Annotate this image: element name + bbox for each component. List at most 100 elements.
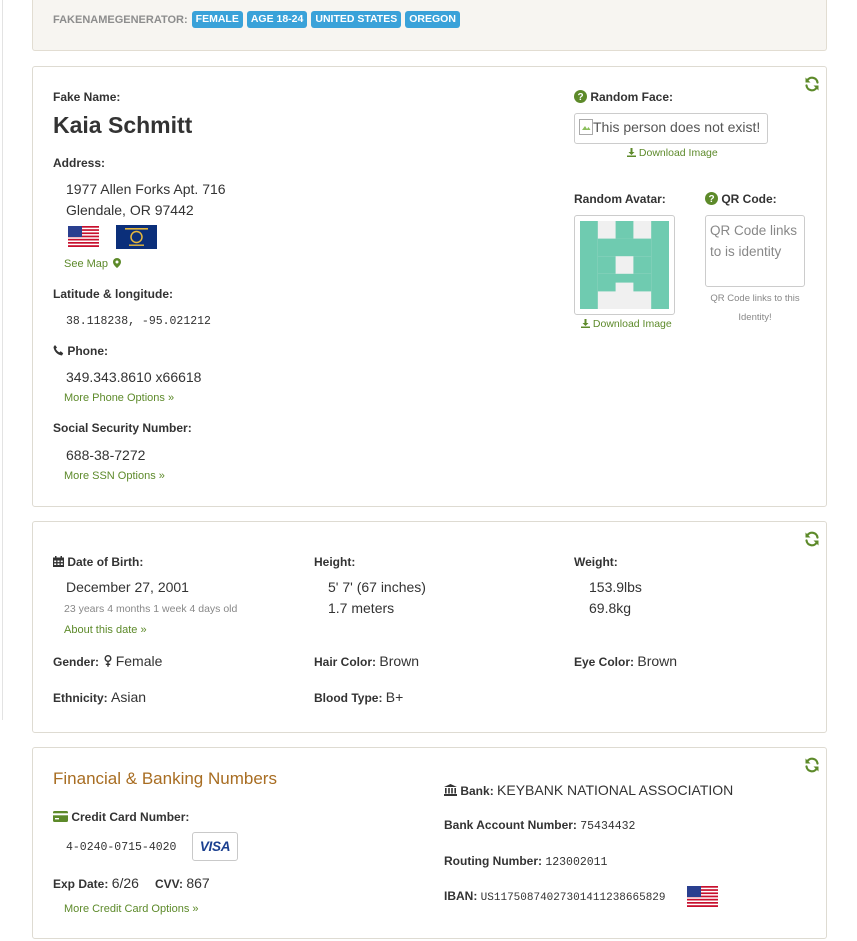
face-download-link[interactable]: Download Image [627,147,718,159]
financial-title: Financial & Banking Numbers [53,769,277,788]
cvv-label: CVV: [155,877,184,891]
gender-value: Female [115,653,163,669]
gender-label: Gender: [53,655,100,669]
cvv-value: 867 [186,875,210,891]
height-label: Height: [314,555,356,569]
bank-label: Bank: [460,784,494,798]
refresh-icon[interactable] [804,757,820,773]
ethnicity-row: Ethnicity: Asian [53,689,146,705]
female-icon [104,655,112,667]
download-icon [581,319,590,328]
bank-icon [444,784,457,796]
dob-label: Date of Birth: [67,555,144,569]
account-row: Bank Account Number: 75434432 [444,818,635,833]
height-imperial: 5' 7' (67 inches) [328,579,426,595]
address-line-2: Glendale, OR 97442 [66,202,194,218]
us-flag-icon [68,226,99,247]
svg-text:?: ? [708,194,714,205]
qr-caption: QR Code links to this Identity! [710,293,800,323]
bank-value: KEYBANK NATIONAL ASSOCIATION [497,782,734,798]
more-phone-link[interactable]: More Phone Options » [64,392,174,404]
more-ssn-link[interactable]: More SSN Options » [64,470,165,482]
us-flag-icon [687,886,718,907]
cc-number: 4-0240-0715-4020 [66,841,177,854]
download-icon [627,148,636,157]
financial-card: Financial & Banking Numbers Credit Card … [32,747,827,939]
blood-value: B+ [385,689,404,705]
avatar-download-link[interactable]: Download Image [581,318,672,330]
random-face-label-row: ? Random Face: [574,90,673,104]
refresh-icon[interactable] [804,531,820,547]
map-marker-icon [113,258,122,268]
calendar-icon [53,556,64,567]
iban-value: US11750874027301411238665829 [480,892,666,904]
qr-code-image: QR Code links to is identity [705,215,805,287]
ssn-label: Social Security Number: [53,421,192,435]
qr-label: QR Code: [721,192,777,206]
identicon-graphic [580,221,669,309]
dob-label-row: Date of Birth: [53,555,143,569]
fake-name-label: Fake Name: [53,90,121,104]
iban-label: IBAN: [444,889,478,903]
blood-row: Blood Type: B+ [314,689,403,705]
random-face-image: This person does not exist! [574,113,768,144]
question-icon[interactable]: ? [574,90,587,103]
ethnicity-label: Ethnicity: [53,691,108,705]
qr-label-row: ? QR Code: [705,192,777,206]
iban-row: IBAN: US11750874027301411238665829 [444,889,666,904]
tag-country[interactable]: UNITED STATES [311,11,402,28]
face-alt-text: This person does not exist! [593,119,761,135]
see-map-link[interactable]: See Map [64,258,122,270]
latlng-value: 38.118238, -95.021212 [66,315,211,328]
physical-card: Date of Birth: December 27, 2001 23 year… [32,521,827,733]
latlng-label: Latitude & longitude: [53,287,173,301]
hair-row: Hair Color: Brown [314,653,419,669]
more-cc-link[interactable]: More Credit Card Options » [64,903,199,915]
phone-label: Phone: [67,344,109,358]
random-avatar-image [574,215,675,315]
refresh-icon[interactable] [804,76,820,92]
breadcrumb: FAKENAMEGENERATOR: FEMALE AGE 18-24 UNIT… [53,11,460,28]
blood-label: Blood Type: [314,691,383,705]
identity-card: Fake Name: Kaia Schmitt Address: 1977 Al… [32,66,827,507]
routing-label: Routing Number: [444,854,542,868]
tag-age[interactable]: AGE 18-24 [246,11,308,28]
random-avatar-label: Random Avatar: [574,192,666,206]
eye-row: Eye Color: Brown [574,653,677,669]
broken-image-icon [579,119,593,135]
person-name: Kaia Schmitt [53,112,193,138]
dob-value: December 27, 2001 [66,579,189,595]
face-download-label: Download Image [638,147,718,159]
routing-value: 123002011 [545,856,608,869]
qr-alt-text: QR Code links to is identity [710,223,798,259]
tag-gender[interactable]: FEMALE [191,11,243,28]
age-value: 23 years 4 months 1 week 4 days old [64,603,238,615]
exp-label: Exp Date: [53,877,109,891]
routing-row: Routing Number: 123002011 [444,854,607,869]
exp-value: 6/26 [111,875,139,891]
phone-label-row: Phone: [53,344,108,358]
about-date-link[interactable]: About this date » [64,624,147,636]
random-face-label: Random Face: [590,90,674,104]
page-left-border [2,0,3,720]
account-value: 75434432 [580,820,636,833]
eye-value: Brown [637,653,678,669]
address-label: Address: [53,156,106,170]
account-label: Bank Account Number: [444,818,577,832]
weight-label: Weight: [574,555,618,569]
cvv-row: CVV: 867 [155,875,210,891]
credit-card-icon [53,811,68,822]
tag-state[interactable]: OREGON [405,11,460,28]
avatar-download-label: Download Image [592,318,672,330]
hair-label: Hair Color: [314,655,377,669]
cc-label: Credit Card Number: [71,810,190,824]
see-map-label: See Map [64,258,109,270]
breadcrumb-bar: FAKENAMEGENERATOR: FEMALE AGE 18-24 UNIT… [32,0,827,51]
oregon-flag-icon [116,225,157,249]
weight-lbs: 153.9lbs [589,579,642,595]
card-brand: VISA [199,839,231,854]
question-icon[interactable]: ? [705,192,718,205]
phone-value: 349.343.8610 x66618 [66,369,202,385]
hair-value: Brown [379,653,420,669]
eye-label: Eye Color: [574,655,635,669]
